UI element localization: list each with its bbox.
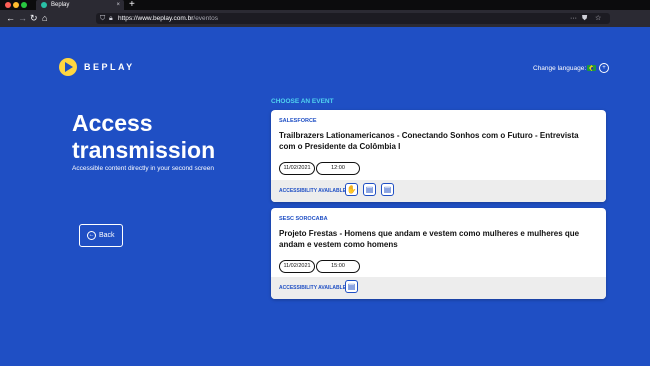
forward-arrow-icon[interactable]: → (18, 12, 27, 25)
event-date: 11/02/2021 (279, 260, 315, 273)
browser-tab[interactable]: Beplay × (36, 0, 124, 10)
accessibility-bar: ACCESSIBILITY AVAILABLE: ✋ ▤ ▤ (271, 180, 606, 202)
event-organizer: SESC SOROCABA (279, 216, 328, 222)
window-close-icon[interactable] (5, 2, 11, 8)
beplay-logo-icon[interactable] (59, 58, 77, 76)
accessibility-label: ACCESSIBILITY AVAILABLE: (279, 188, 348, 194)
event-card[interactable]: SALESFORCE Trailbrazers Lationamericanos… (271, 110, 606, 202)
more-icon[interactable]: ··· (570, 13, 577, 24)
event-title[interactable]: Trailbrazers Lationamericanos - Conectan… (279, 130, 597, 152)
window-zoom-icon[interactable] (21, 2, 27, 8)
sign-language-icon[interactable]: ✋ (345, 183, 358, 196)
flag-globe (590, 66, 594, 70)
page-subtitle: Accessible content directly in your seco… (72, 165, 214, 172)
back-arrow-icon[interactable]: ← (6, 12, 15, 25)
accessibility-bar: ACCESSIBILITY AVAILABLE: ▤ (271, 277, 606, 299)
browser-navbar: ← → ↻ ⌂ ⛉ 🔒︎ https://www.beplay.com.br/e… (0, 10, 650, 27)
accessibility-label: ACCESSIBILITY AVAILABLE: (279, 285, 348, 291)
home-icon[interactable]: ⌂ (42, 12, 47, 25)
audio-description-icon[interactable]: ▤ (363, 183, 376, 196)
play-icon (65, 62, 73, 72)
pocket-icon[interactable]: ⛊ (582, 13, 587, 24)
reload-icon[interactable]: ↻ (30, 12, 38, 25)
back-button[interactable]: ← Back (79, 224, 123, 247)
choose-event-heading: CHOOSE AN EVENT (271, 98, 334, 105)
back-button-label: Back (99, 232, 115, 239)
event-card[interactable]: SESC SOROCABA Projeto Frestas - Homens q… (271, 208, 606, 299)
subtitles-icon[interactable]: ▤ (345, 280, 358, 293)
event-time: 12:00 (316, 162, 360, 175)
window-minimize-icon[interactable] (13, 2, 19, 8)
url-domain: https://www.beplay.com.br (118, 15, 194, 22)
tab-title: Beplay (51, 2, 70, 8)
brazil-flag-icon[interactable] (587, 65, 596, 71)
new-tab-button[interactable]: + (129, 0, 135, 10)
url-bar[interactable]: ⛉ 🔒︎ https://www.beplay.com.br/eventos ·… (96, 13, 610, 24)
browser-tab-strip: Beplay × + (0, 0, 650, 10)
url-path: /eventos (193, 15, 218, 22)
tab-close-icon[interactable]: × (116, 1, 120, 9)
page-title: Access transmission (72, 110, 216, 163)
lock-icon[interactable]: 🔒︎ (109, 13, 113, 24)
subtitles-icon[interactable]: ▤ (381, 183, 394, 196)
back-arrow-circle-icon: ← (87, 231, 96, 240)
change-language-label: Change language: (533, 65, 587, 72)
event-organizer: SALESFORCE (279, 118, 317, 124)
url-text[interactable]: https://www.beplay.com.br/eventos (118, 13, 218, 24)
event-time: 15:00 (316, 260, 360, 273)
shield-icon[interactable]: ⛉ (100, 13, 105, 24)
bookmark-star-icon[interactable]: ☆ (595, 13, 601, 24)
brand-name[interactable]: BEPLAY (84, 62, 135, 72)
flag-diamond (589, 65, 594, 71)
event-date: 11/02/2021 (279, 162, 315, 175)
beplay-favicon-icon (41, 2, 47, 8)
event-title[interactable]: Projeto Frestas - Homens que andam e ves… (279, 228, 597, 250)
change-language-button[interactable]: + (599, 63, 609, 73)
